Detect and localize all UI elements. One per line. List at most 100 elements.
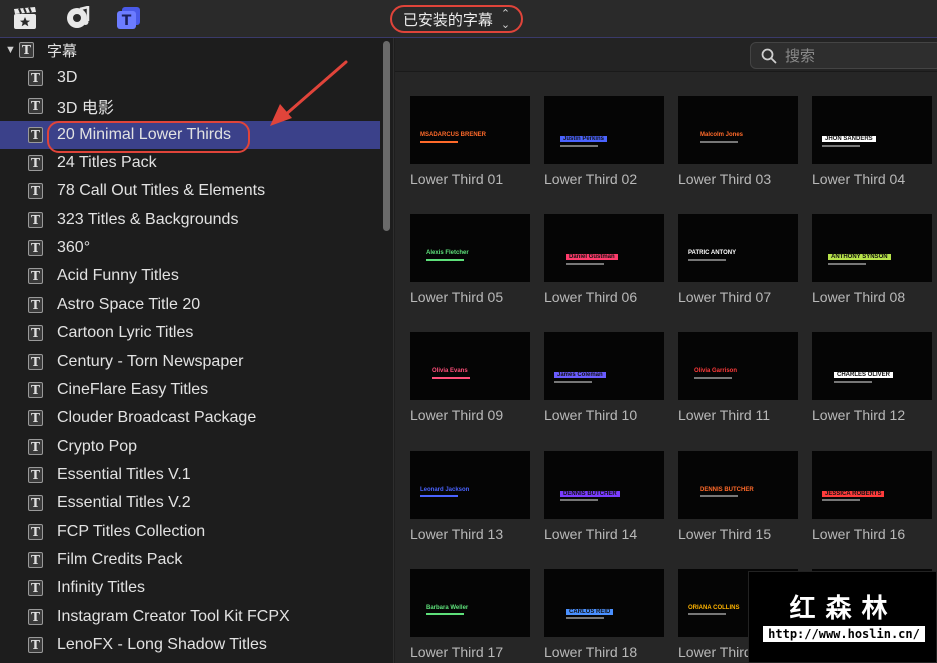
photos-music-icon[interactable]	[64, 5, 90, 30]
title-thumbnail[interactable]: PATRIC ANTONY	[678, 214, 798, 283]
title-tile[interactable]: CHARLES OLIVER Lower Third 12	[812, 332, 932, 442]
title-tile[interactable]: Malcolm Jones Lower Third 03	[678, 96, 798, 206]
sidebar-item[interactable]: T Cartoon Lyric Titles	[0, 319, 380, 347]
title-thumbnail[interactable]: ANTHONY SYNSON	[812, 214, 932, 283]
lower-third-preview: Olivia Evans	[432, 368, 470, 379]
lower-third-preview: MSADARCUS BRENER	[420, 132, 486, 143]
title-icon: T	[28, 466, 43, 483]
title-thumbnail[interactable]: Olivia Garrison	[678, 332, 798, 401]
lower-third-preview: Olivia Garrison	[694, 368, 737, 379]
title-thumbnail[interactable]: Barbara Weller	[410, 568, 530, 637]
title-tile[interactable]: DENNIS BUTCHER Lower Third 14	[544, 450, 664, 561]
sidebar-item-label: LenoFX - Long Shadow Titles	[57, 636, 267, 653]
title-tile[interactable]: James Coleman Lower Third 10	[544, 332, 664, 442]
sidebar-item-label: 24 Titles Pack	[57, 154, 157, 172]
title-thumbnail[interactable]: Daniel Gustman	[544, 214, 664, 283]
title-tile[interactable]: JESSICA ROBERTS Lower Third 16	[812, 450, 932, 561]
title-tile[interactable]: Olivia Garrison Lower Third 11	[678, 332, 798, 442]
lower-third-preview: Daniel Gustman	[566, 254, 618, 265]
tile-label: Lower Third 13	[410, 525, 504, 542]
sidebar-item[interactable]: T Instagram Creator Tool Kit FCPX	[0, 603, 380, 631]
selector-label: 已安装的字幕	[402, 10, 493, 29]
preview-bar	[560, 144, 598, 147]
tile-label: Lower Third 09	[410, 407, 504, 424]
title-tile[interactable]: Olivia Evans Lower Third 09	[410, 332, 530, 442]
title-icon: T	[28, 410, 43, 427]
installed-titles-selector[interactable]: 已安装的字幕 ⌃ ⌄	[390, 5, 523, 33]
search-input[interactable]	[785, 46, 935, 65]
title-thumbnail[interactable]: Alexis Fletcher	[410, 214, 530, 283]
sidebar-item[interactable]: T Century - Torn Newspaper	[0, 348, 380, 376]
title-thumbnail[interactable]: Olivia Evans	[410, 332, 530, 401]
sidebar-item[interactable]: T Essential Titles V.1	[0, 461, 380, 489]
title-thumbnail[interactable]: James Coleman	[544, 332, 664, 401]
title-tile[interactable]: Justin Perkins Lower Third 02	[544, 96, 664, 206]
sidebar-item[interactable]: T LenoFX - Long Shadow Titles	[0, 631, 380, 659]
title-tile[interactable]: JHON SANDERS Lower Third 04	[812, 96, 932, 206]
preview-bar	[822, 499, 860, 502]
lower-third-preview: JESSICA ROBERTS	[822, 490, 885, 502]
titles-generators-icon[interactable]: T	[116, 6, 142, 30]
sidebar-item[interactable]: T Crypto Pop	[0, 433, 380, 461]
title-thumbnail[interactable]: Justin Perkins	[544, 96, 664, 164]
sidebar-item[interactable]: T Infinity Titles	[0, 574, 380, 602]
sidebar-item[interactable]: T 78 Call Out Titles & Elements	[0, 177, 380, 205]
title-icon: T	[28, 155, 43, 172]
title-thumbnail[interactable]: DENNIS BUTCHER	[544, 450, 664, 519]
title-thumbnail[interactable]: CHARLES OLIVER	[812, 332, 932, 401]
clapper-icon[interactable]	[12, 6, 38, 30]
title-tile[interactable]: PATRIC ANTONY Lower Third 07	[678, 214, 798, 324]
annotation-arrow-icon	[270, 60, 348, 126]
sidebar-item-label: Instagram Creator Tool Kit FCPX	[57, 607, 290, 625]
title-thumbnail[interactable]: JHON SANDERS	[812, 96, 932, 164]
sidebar-item-label: Crypto Pop	[57, 437, 138, 455]
title-tile[interactable]: DENNIS BUTCHER Lower Third 15	[678, 450, 798, 561]
title-tile[interactable]: Leonard Jackson Lower Third 13	[410, 450, 530, 561]
title-tile[interactable]: Alexis Fletcher Lower Third 05	[410, 214, 530, 324]
title-tile[interactable]: MSADARCUS BRENER Lower Third 01	[410, 96, 530, 206]
preview-bar	[566, 262, 604, 265]
sidebar-item-label: Clouder Broadcast Package	[57, 409, 257, 427]
title-tile[interactable]: Barbara Weller Lower Third 17	[410, 568, 530, 663]
preview-bar	[426, 258, 464, 261]
sidebar-item[interactable]: T 24 Titles Pack	[0, 149, 380, 177]
title-icon: T	[28, 438, 43, 455]
title-tile[interactable]: CARLOS REID Lower Third 18	[544, 568, 664, 663]
sidebar-item[interactable]: T FCP Titles Collection	[0, 518, 380, 546]
title-tile[interactable]: Daniel Gustman Lower Third 06	[544, 214, 664, 324]
title-icon: T	[28, 268, 43, 285]
sidebar-item[interactable]: T Clouder Broadcast Package	[0, 404, 380, 432]
title-thumbnail[interactable]: Malcolm Jones	[678, 96, 798, 164]
sidebar-item[interactable]: T Film Credits Pack	[0, 546, 380, 574]
sidebar-item[interactable]: T Essential Titles V.2	[0, 489, 380, 517]
title-tile[interactable]: ANTHONY SYNSON Lower Third 08	[812, 214, 932, 324]
lower-third-preview: James Coleman	[554, 372, 606, 383]
preview-bar	[688, 613, 726, 616]
title-icon: T	[28, 381, 43, 398]
title-thumbnail[interactable]: JESSICA ROBERTS	[812, 450, 932, 519]
toolbar: T 已安装的字幕 ⌃ ⌄	[0, 0, 937, 38]
sidebar-root-label: 字幕	[47, 41, 78, 60]
sidebar-item[interactable]: T Acid Funny Titles	[0, 262, 380, 290]
title-icon: T	[28, 211, 43, 228]
preview-name: MSADARCUS BRENER	[420, 132, 487, 138]
sidebar-item-label: Astro Space Title 20	[57, 295, 201, 313]
title-icon: T	[28, 70, 43, 86]
sidebar-item[interactable]: T Astro Space Title 20	[0, 291, 380, 319]
sidebar-item[interactable]: T CineFlare Easy Titles	[0, 376, 380, 404]
disclosure-triangle-icon[interactable]: ▼	[5, 44, 16, 56]
sidebar-item-label: FCP Titles Collection	[57, 522, 206, 540]
title-thumbnail[interactable]: DENNIS BUTCHER	[678, 450, 798, 519]
sidebar-item[interactable]: T 323 Titles & Backgrounds	[0, 206, 380, 234]
preview-name: Malcolm Jones	[700, 132, 744, 138]
preview-name: Olivia Evans	[432, 368, 468, 375]
sidebar-item[interactable]: T 360°	[0, 234, 380, 262]
title-icon: T	[28, 637, 43, 653]
lower-third-preview: Justin Perkins	[560, 136, 608, 147]
sidebar-scrollbar[interactable]	[383, 41, 390, 231]
preview-bar	[688, 258, 726, 261]
title-thumbnail[interactable]: CARLOS REID	[544, 568, 664, 637]
search-field[interactable]	[750, 42, 937, 69]
title-thumbnail[interactable]: MSADARCUS BRENER	[410, 96, 530, 164]
title-thumbnail[interactable]: Leonard Jackson	[410, 450, 530, 519]
